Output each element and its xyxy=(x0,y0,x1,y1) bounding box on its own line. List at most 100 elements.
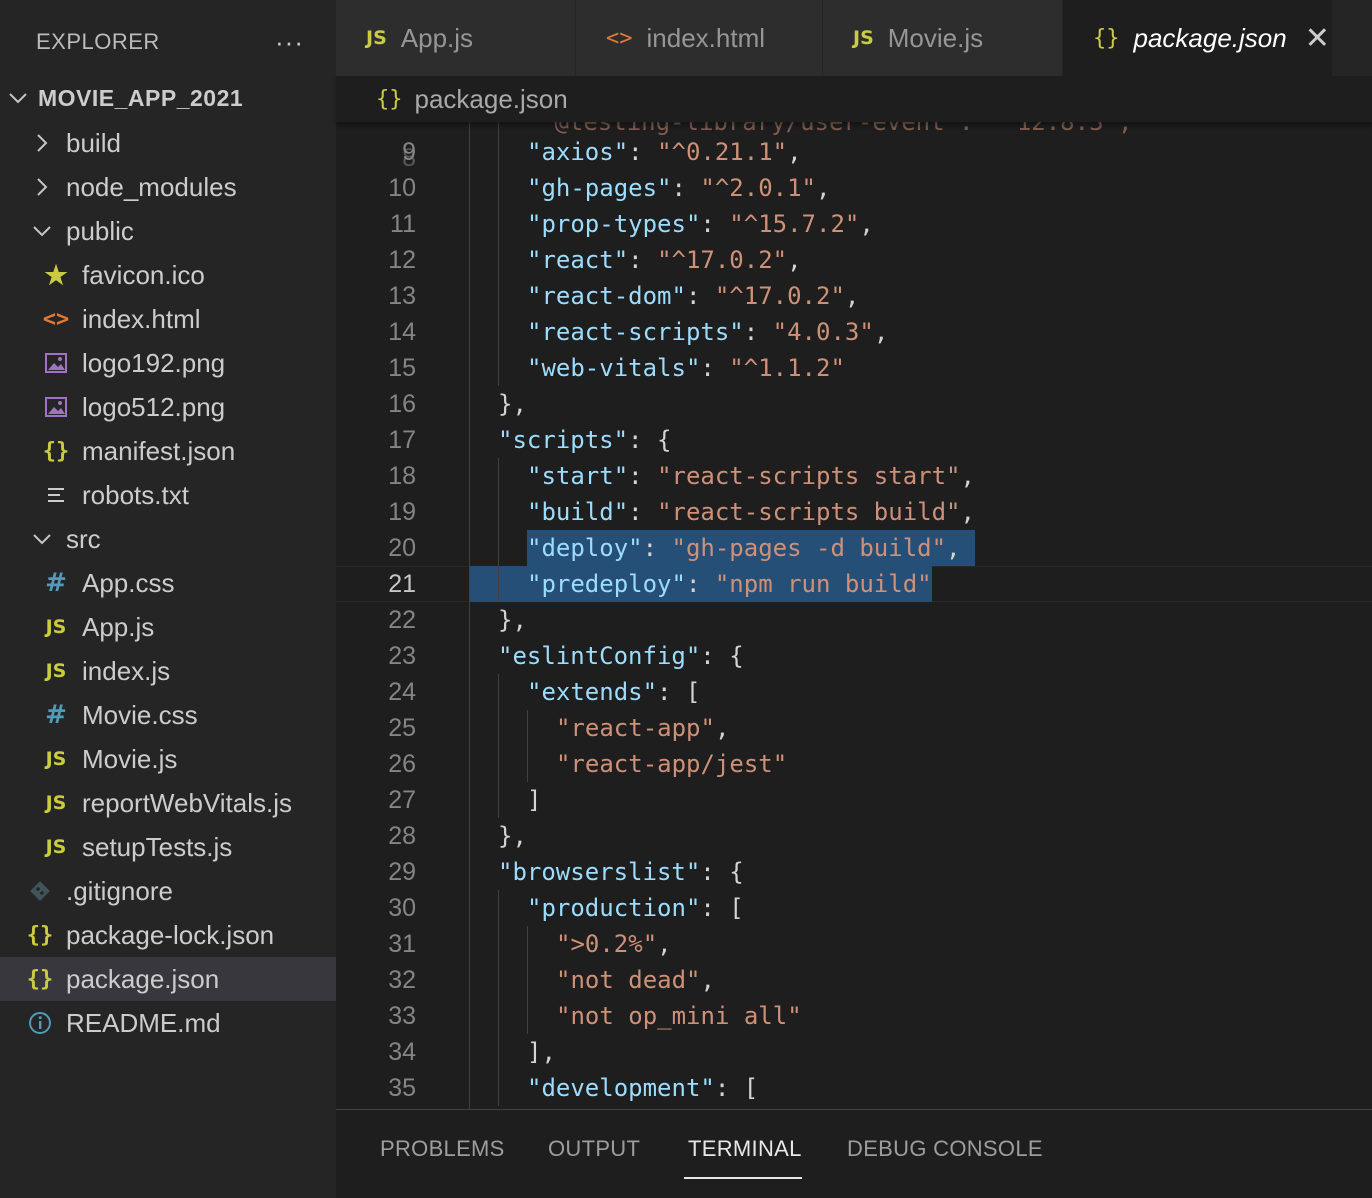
punctuation: : xyxy=(628,498,658,526)
js-icon: JS xyxy=(45,616,67,638)
tab-app-js[interactable]: JS App.js xyxy=(336,0,576,76)
file-reportwebvitals-js[interactable]: JS reportWebVitals.js xyxy=(0,781,336,825)
explorer-sidebar: EXPLORER ··· MOVIE_APP_2021 build node_mo… xyxy=(0,0,336,1198)
file-movie-js[interactable]: JS Movie.js xyxy=(0,737,336,781)
file-gitignore[interactable]: .gitignore xyxy=(0,869,336,913)
tab-label: index.html xyxy=(646,22,766,53)
tab-label: package.json xyxy=(1133,22,1287,53)
json-icon: {} xyxy=(42,438,70,464)
punctuation: : xyxy=(671,174,701,202)
file-robots-txt[interactable]: robots.txt xyxy=(0,473,336,517)
image-icon xyxy=(38,353,74,373)
json-string: "^15.7.2" xyxy=(729,210,860,238)
code-line: 29 "browserslist": { xyxy=(336,854,1372,890)
file-package-json[interactable]: {} package.json xyxy=(0,957,336,1001)
code-line: 26 "react-app/jest" xyxy=(336,746,1372,782)
file-movie-css[interactable]: # Movie.css xyxy=(0,693,336,737)
folder-src[interactable]: src xyxy=(0,517,336,561)
active-tab-indicator xyxy=(684,1177,802,1179)
json-key: "react-dom" xyxy=(527,282,686,310)
folder-public[interactable]: public xyxy=(0,209,336,253)
punctuation: }, xyxy=(498,606,527,634)
punctuation: , xyxy=(873,318,889,346)
editor-tab-bar: JS App.js <> index.html JS Movie.js {} p… xyxy=(336,0,1372,76)
tab-package-json[interactable]: {} package.json ✕ xyxy=(1063,0,1333,76)
file-favicon-ico[interactable]: ★ favicon.ico xyxy=(0,253,336,297)
file-index-html[interactable]: <> index.html xyxy=(0,297,336,341)
json-key: "production" xyxy=(527,894,701,922)
json-string: "gh-pages -d build" xyxy=(671,534,947,562)
tab-movie-js[interactable]: JS Movie.js xyxy=(823,0,1063,76)
punctuation: : xyxy=(628,138,658,166)
explorer-header: EXPLORER ··· xyxy=(0,0,336,84)
tab-problems[interactable]: PROBLEMS xyxy=(380,1136,505,1162)
punctuation: : { xyxy=(700,858,744,886)
line-number: 16 xyxy=(388,390,416,418)
file-package-lock-json[interactable]: {} package-lock.json xyxy=(0,913,336,957)
line-number: 35 xyxy=(388,1074,416,1102)
file-logo192-png[interactable]: logo192.png xyxy=(0,341,336,385)
json-key: "predeploy" xyxy=(527,570,686,598)
punctuation: , xyxy=(960,462,975,490)
json-string: "react-scripts start" xyxy=(657,462,961,490)
punctuation: : xyxy=(700,210,730,238)
line-number: 22 xyxy=(388,606,416,634)
tree-item-label: logo512.png xyxy=(82,391,226,422)
text-file-icon xyxy=(38,486,74,504)
html-icon: <> xyxy=(606,25,633,51)
js-icon: JS xyxy=(45,836,67,858)
line-number: 10 xyxy=(388,174,416,202)
json-key: "react-scripts" xyxy=(527,318,744,346)
line-number: 30 xyxy=(388,894,416,922)
line-number: 31 xyxy=(388,930,416,958)
line-number: 27 xyxy=(388,786,416,814)
chevron-down-icon xyxy=(30,533,54,545)
file-app-js[interactable]: JS App.js xyxy=(0,605,336,649)
tree-item-label: src xyxy=(66,523,101,554)
line-text: "start": "react-scripts start", xyxy=(527,458,975,494)
css-icon: # xyxy=(45,568,67,598)
file-logo512-png[interactable]: logo512.png xyxy=(0,385,336,429)
line-number: 15 xyxy=(388,354,416,382)
json-key: "eslintConfig" xyxy=(498,642,701,670)
json-key: "scripts" xyxy=(498,426,629,454)
tab-label: Movie.js xyxy=(887,22,984,53)
json-string: ">0.2%" xyxy=(556,930,658,958)
tree-item-label: index.js xyxy=(82,655,171,686)
explorer-title: EXPLORER xyxy=(36,29,160,54)
folder-node-modules[interactable]: node_modules xyxy=(0,165,336,209)
tree-item-label: README.md xyxy=(66,1007,221,1038)
code-line: 10 "gh-pages": "^2.0.1", xyxy=(336,170,1372,206)
tree-item-label: App.js xyxy=(82,611,155,642)
folder-build[interactable]: build xyxy=(0,121,336,165)
line-number: 29 xyxy=(388,858,416,886)
tab-terminal[interactable]: TERMINAL xyxy=(688,1136,802,1162)
punctuation: : [ xyxy=(714,1074,759,1102)
punctuation: , xyxy=(657,930,672,958)
breadcrumb-file[interactable]: package.json xyxy=(415,84,568,115)
file-setuptests-js[interactable]: JS setupTests.js xyxy=(0,825,336,869)
file-manifest-json[interactable]: {} manifest.json xyxy=(0,429,336,473)
line-number: 33 xyxy=(388,1002,416,1030)
more-actions-icon[interactable]: ··· xyxy=(275,27,304,58)
json-string: "npm run build" xyxy=(714,570,932,598)
punctuation: , xyxy=(787,246,802,274)
line-text: "production": [ xyxy=(527,890,744,926)
punctuation: , xyxy=(700,966,715,994)
tab-index-html[interactable]: <> index.html xyxy=(576,0,823,76)
tree-item-label: reportWebVitals.js xyxy=(82,787,293,818)
file-app-css[interactable]: # App.css xyxy=(0,561,336,605)
json-key: "development" xyxy=(527,1074,715,1102)
line-text: "axios": "^0.21.1", xyxy=(527,134,802,170)
code-editor[interactable]: 8 "@testing-library/user-event": "^12.8.… xyxy=(336,122,1372,1109)
code-line: 33 "not op_mini all" xyxy=(336,998,1372,1034)
project-folder[interactable]: MOVIE_APP_2021 xyxy=(0,76,336,120)
line-text: "gh-pages": "^2.0.1", xyxy=(527,170,830,206)
file-readme-md[interactable]: README.md xyxy=(0,1001,336,1045)
tab-output[interactable]: OUTPUT xyxy=(548,1136,640,1162)
close-icon[interactable]: ✕ xyxy=(1305,21,1330,56)
tab-debug-console[interactable]: DEBUG CONSOLE xyxy=(847,1136,1043,1162)
file-index-js[interactable]: JS index.js xyxy=(0,649,336,693)
code-line: 31 ">0.2%", xyxy=(336,926,1372,962)
json-icon: {} xyxy=(376,86,403,112)
